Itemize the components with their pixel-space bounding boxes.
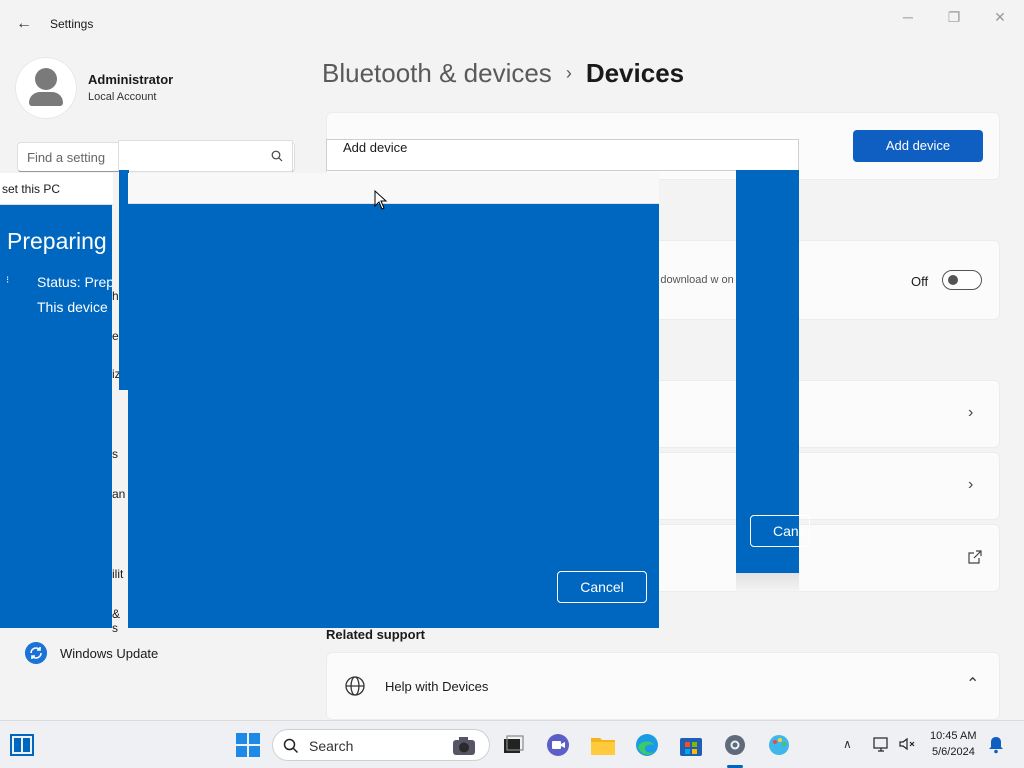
title-bar: ← Settings ─ ❐ ✕ [0,0,1024,48]
reset-dialog-titlebar: set this PC [0,173,113,205]
add-device-dialog-body [736,170,799,573]
user-name: Administrator [88,72,174,87]
reset-dialog: Cancel [128,173,659,628]
bleed-text: e [112,329,119,343]
toggle-state-label: Off [911,274,929,289]
store-icon[interactable] [677,731,705,759]
app-title: Settings [50,17,94,31]
settings-gear-icon[interactable] [721,731,749,759]
chevron-right-icon: › [968,476,974,493]
bleed-text: & s [112,607,121,635]
windows-start-icon[interactable] [234,731,262,759]
show-hidden-icons-chevron-icon[interactable]: ∧ [843,737,852,751]
taskbar-search-label: Search [309,738,354,754]
bleed-text: s [112,447,118,461]
spinner-icon: ⁝ [6,275,10,286]
clock-time[interactable]: 10:45 AM [930,730,976,742]
page-title: Devices [585,58,685,88]
globe-icon [345,676,365,696]
avatar[interactable] [16,58,76,118]
speaker-muted-icon[interactable] [898,735,916,753]
search-icon [271,150,283,162]
dialog-title: Add device [343,140,408,155]
camera-icon [453,737,475,755]
chevron-up-icon[interactable]: ⌃ [966,674,979,694]
minimize-button[interactable]: ─ [888,6,928,28]
toggle-knob [948,275,958,285]
file-explorer-icon[interactable] [589,731,617,759]
search-icon [283,738,299,754]
sidebar-item-label: Windows Update [60,646,159,661]
metered-toggle[interactable] [942,270,982,290]
search-placeholder: Find a setting [27,150,106,165]
breadcrumb-separator-icon: › [565,63,572,83]
mouse-cursor-icon [374,190,388,210]
cancel-button[interactable]: Cancel [557,571,647,603]
help-with-devices-label: Help with Devices [385,679,489,694]
related-support-heading: Related support [326,627,425,642]
back-arrow-icon[interactable]: ← [14,14,34,34]
teams-chat-icon[interactable] [544,731,572,759]
close-button[interactable]: ✕ [980,6,1020,28]
search-input-overlay[interactable] [118,140,293,172]
chevron-right-icon: › [968,404,974,421]
snap-layout-icon[interactable] [10,734,34,756]
reset-dialog-title: set this PC [2,182,61,196]
account-type: Local Account [88,91,157,103]
add-device-cancel-button[interactable]: Canc [750,515,810,547]
windows-update-icon [25,642,47,664]
clock-date[interactable]: 5/6/2024 [932,746,975,758]
maximize-button[interactable]: ❐ [934,6,974,28]
bleed-text: ilit [112,567,124,581]
paint-app-icon[interactable] [766,731,794,759]
taskbar-search[interactable]: Search [272,729,490,761]
edge-browser-icon[interactable] [633,731,661,759]
avatar-person-icon [35,68,57,90]
network-icon[interactable] [872,735,890,753]
notification-bell-icon[interactable] [988,736,1004,754]
add-device-dialog: Add device [326,139,799,171]
dialog-shadow [736,573,799,593]
breadcrumb: Bluetooth & devices › Devices [322,58,684,94]
reset-dialog-titlebar[interactable] [128,173,659,204]
taskbar: Search ∧ 10:45 AM 5/6/2024 [0,720,1024,768]
task-view-icon[interactable] [498,731,526,759]
breadcrumb-parent[interactable]: Bluetooth & devices [322,58,552,88]
sidebar-item-windows-update[interactable]: Windows Update [20,640,300,670]
bleed-text: h [112,289,119,303]
add-device-button[interactable]: Add device [853,130,983,162]
external-link-icon [968,550,982,564]
bleed-text: an [112,487,126,501]
